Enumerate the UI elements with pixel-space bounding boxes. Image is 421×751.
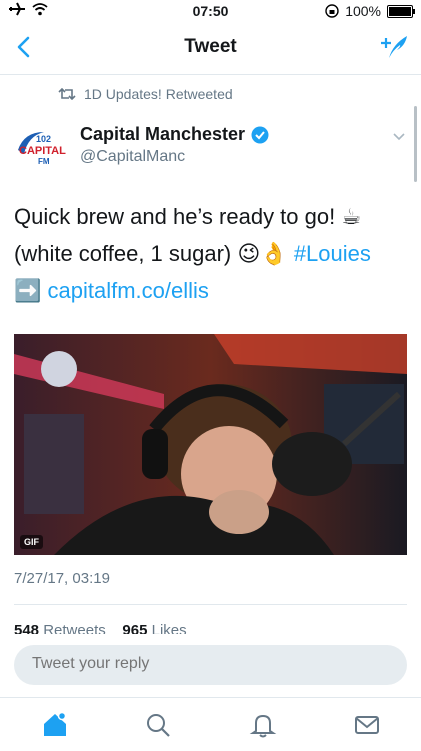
url-link[interactable]: capitalfm.co/ellis <box>48 278 209 303</box>
tweet-media-gif[interactable]: GIF <box>14 334 407 555</box>
home-icon[interactable] <box>40 710 70 740</box>
nav-bar: Tweet <box>0 22 421 75</box>
battery-percent: 100% <box>345 3 381 19</box>
messages-icon[interactable] <box>352 710 382 740</box>
retweets-label: Retweets <box>43 622 106 634</box>
tweet-stats[interactable]: 548 Retweets 965 Likes <box>14 622 187 634</box>
caret-down-icon[interactable] <box>391 128 407 144</box>
tab-bar <box>0 697 421 751</box>
avatar-logo-capital: CAPITAL <box>19 145 66 157</box>
notifications-icon[interactable] <box>248 710 278 740</box>
tweet-line-3: ➡️ capitalfm.co/ellis <box>14 272 409 309</box>
verified-icon <box>251 126 269 143</box>
avatar-logo-102: 102 <box>36 134 51 144</box>
retweet-icon <box>58 88 76 100</box>
page-title: Tweet <box>184 36 237 57</box>
author-handle[interactable]: @CapitalManc <box>80 148 185 166</box>
tweet-line-1: Quick brew and he’s ready to go! ☕ <box>14 204 362 229</box>
search-icon[interactable] <box>143 710 173 740</box>
retweet-label: 1D Updates! Retweeted <box>84 86 233 102</box>
likes-count: 965 <box>122 622 148 634</box>
tweet-line-2: (white coffee, 1 sugar) 😉👌 #Louies <box>14 235 409 272</box>
hashtag-link[interactable]: #Louies <box>294 241 371 266</box>
tweet-line-2-text: (white coffee, 1 sugar) 😉👌 <box>14 241 294 266</box>
gif-badge: GIF <box>20 535 43 549</box>
tweet-text: Quick brew and he’s ready to go! ☕ (whit… <box>14 198 409 309</box>
retweet-context[interactable]: 1D Updates! Retweeted <box>58 86 233 102</box>
avatar-logo-fm: FM <box>38 157 50 166</box>
gif-frame <box>14 334 407 555</box>
author-name-row[interactable]: Capital Manchester <box>80 124 269 145</box>
status-bar: 07:50 100% <box>0 0 421 22</box>
author-name: Capital Manchester <box>80 124 246 144</box>
reply-input[interactable] <box>32 655 392 673</box>
battery-icon <box>387 4 415 18</box>
retweets-count: 548 <box>14 622 40 634</box>
reply-bar[interactable] <box>14 645 407 685</box>
lock-rotation-icon <box>325 4 339 18</box>
status-right: 100% <box>325 3 415 19</box>
scroll-indicator <box>414 106 417 182</box>
divider <box>14 604 407 605</box>
arrow-emoji: ➡️ <box>14 278 48 303</box>
avatar[interactable]: 102 CAPITAL FM <box>14 124 68 178</box>
compose-icon[interactable] <box>379 32 409 62</box>
tweet-timestamp: 7/27/17, 03:19 <box>14 570 110 587</box>
likes-label: Likes <box>151 622 187 634</box>
